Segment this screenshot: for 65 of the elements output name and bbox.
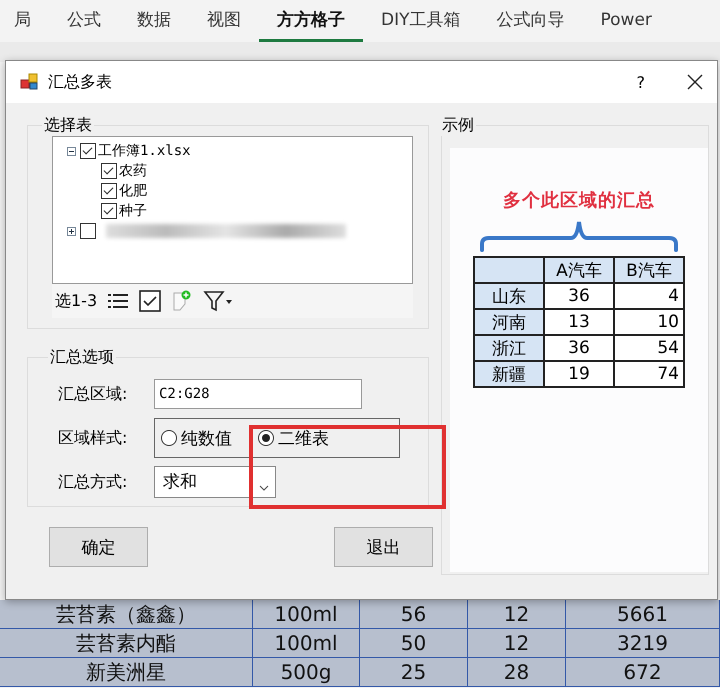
table-cell: 山东: [474, 283, 544, 309]
sheet-cell: 672: [566, 658, 720, 686]
sheet-cell: 500g: [253, 658, 360, 686]
checkbox[interactable]: [80, 223, 96, 239]
checkbox[interactable]: [80, 143, 96, 159]
dialog-button[interactable]: 退出: [334, 527, 433, 567]
tree-item[interactable]: 农药: [119, 162, 147, 180]
checkbox-icon[interactable]: [139, 290, 162, 312]
range-field[interactable]: C2:G28: [154, 379, 362, 409]
radio-option[interactable]: 纯数值: [155, 426, 238, 450]
filter-icon[interactable]: [203, 290, 234, 312]
sheet-cell: 28: [468, 658, 566, 686]
table-cell: 54: [614, 335, 684, 361]
ribbon-tab[interactable]: Power: [582, 0, 670, 42]
sheet-cell: 3219: [566, 629, 720, 657]
sheet-cell: 100ml: [253, 629, 360, 657]
sheet-cell: 芸苔素内酯: [0, 629, 253, 657]
table-corner: [474, 257, 544, 283]
app-icon: [20, 73, 38, 91]
table-cell: 4: [614, 283, 684, 309]
table-cell: 13: [544, 309, 614, 335]
ribbon-tab[interactable]: 视图: [189, 0, 259, 42]
checkbox[interactable]: [101, 203, 117, 219]
table-header: A汽车: [544, 257, 614, 283]
checkbox[interactable]: [101, 163, 117, 179]
expander-icon[interactable]: [67, 146, 76, 156]
ribbon-tab[interactable]: 公式: [49, 0, 119, 42]
sheet-cell: 新美洲星: [0, 658, 253, 686]
table-cell: 36: [544, 335, 614, 361]
method-dropdown[interactable]: 求和: [154, 466, 276, 498]
group-title: 选择表: [43, 115, 93, 136]
caret-icon: [259, 485, 269, 491]
tree-item[interactable]: 化肥: [119, 182, 147, 200]
select-range-label[interactable]: 选1-3: [55, 290, 98, 312]
group-title: 示例: [441, 115, 475, 136]
table-cell: 74: [614, 361, 684, 387]
table-cell: 浙江: [474, 335, 544, 361]
ribbon-tab[interactable]: 数据: [119, 0, 189, 42]
close-icon[interactable]: [687, 74, 703, 90]
field-label: 区域样式:: [58, 428, 128, 448]
ribbon-tab[interactable]: 局: [0, 0, 49, 42]
field-label: 汇总方式:: [58, 472, 128, 492]
example-caption: 多个此区域的汇总: [503, 189, 655, 212]
sheet-cell: 25: [360, 658, 468, 686]
table-cell: 新疆: [474, 361, 544, 387]
dialog-button[interactable]: 确定: [49, 527, 148, 567]
list-icon[interactable]: [107, 291, 130, 311]
ribbon-tab[interactable]: 公式向导: [478, 0, 582, 42]
dialog-title: 汇总多表: [48, 72, 113, 92]
tree-item[interactable]: 工作簿1.xlsx: [98, 142, 191, 160]
sheet-cell: 12: [468, 629, 566, 657]
tree-item[interactable]: 种子: [119, 202, 147, 220]
expander-icon[interactable]: [67, 226, 76, 236]
table-cell: 河南: [474, 309, 544, 335]
field-label: 汇总区域:: [58, 384, 128, 404]
table-cell: 19: [544, 361, 614, 387]
radio-option[interactable]: 二维表: [252, 426, 335, 450]
checkbox[interactable]: [101, 183, 117, 199]
table-header: B汽车: [614, 257, 684, 283]
table-cell: 36: [544, 283, 614, 309]
group-title: 汇总选项: [49, 347, 115, 368]
ribbon-tab[interactable]: DIY工具箱: [363, 0, 478, 42]
help-button[interactable]: ?: [636, 72, 645, 92]
table-cell: 10: [614, 309, 684, 335]
sheet-cell: 50: [360, 629, 468, 657]
